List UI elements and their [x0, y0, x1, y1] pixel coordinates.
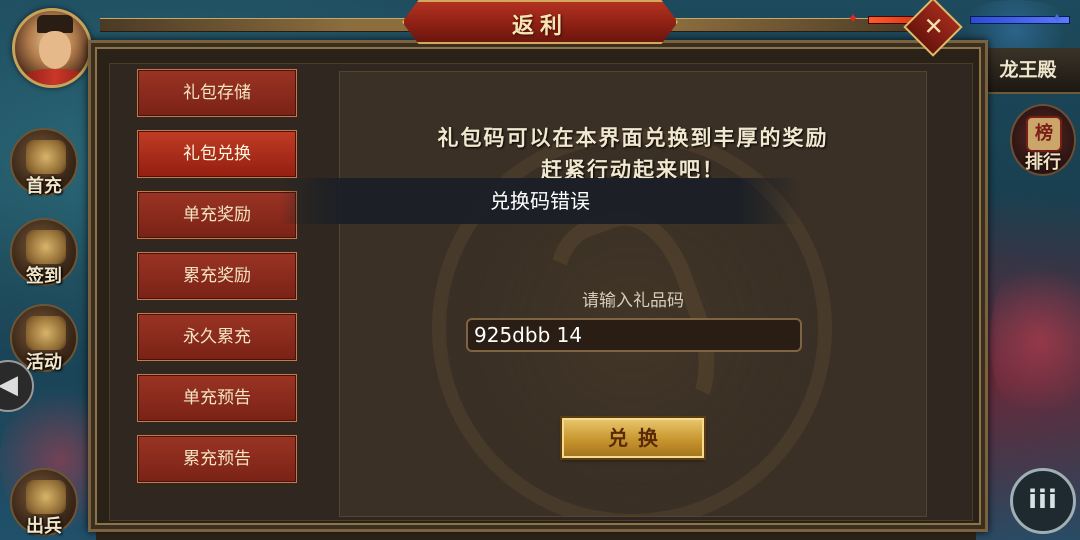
background-coral: [990, 250, 1080, 430]
player-avatar[interactable]: [12, 8, 92, 88]
error-toast: 兑换码错误: [280, 178, 800, 224]
avatar-face: [39, 31, 71, 69]
avatar-robe: [21, 69, 89, 85]
scroll-brush-icon: [26, 230, 66, 264]
side-button-sign-in[interactable]: 签到: [10, 218, 78, 287]
dialog-title-plate: 返利: [402, 0, 678, 44]
tab-gift-redeem[interactable]: 礼包兑换: [137, 130, 297, 178]
tab-cumulative-recharge-preview[interactable]: 累充预告: [137, 435, 297, 483]
gift-code-input[interactable]: 925dbb 14: [466, 318, 802, 352]
tab-permanent-cumulative[interactable]: 永久累充: [137, 313, 297, 361]
tab-single-recharge-reward[interactable]: 单充奖励: [137, 191, 297, 239]
close-icon: ✕: [923, 12, 944, 41]
code-input-label: 请输入礼品码: [582, 291, 684, 311]
headline-line-1: 礼包码可以在本界面兑换到丰厚的奖励: [437, 125, 829, 150]
side-button-deploy[interactable]: 出兵: [10, 468, 78, 537]
dialog-title: 返利: [511, 13, 568, 39]
redeem-button[interactable]: 兑换: [562, 418, 704, 458]
blue-faction-icon: ✦: [1051, 11, 1063, 27]
side-button-first-recharge[interactable]: 首充: [10, 128, 78, 197]
tab-cumulative-recharge-reward[interactable]: 累充奖励: [137, 252, 297, 300]
money-bag-icon: [26, 140, 66, 174]
leaderboard-icon: 榜: [1026, 116, 1062, 152]
side-button-label: 出兵: [26, 516, 62, 537]
treasure-chest-icon: [26, 316, 66, 350]
side-button-events[interactable]: 活动: [10, 304, 78, 373]
tab-single-recharge-preview[interactable]: 单充预告: [137, 374, 297, 422]
crossed-swords-icon: [26, 480, 66, 514]
side-button-label: 首充: [26, 176, 62, 197]
faction-bars: ✦ ✦: [840, 10, 1080, 34]
red-faction-icon: ✦: [847, 11, 859, 27]
tab-gift-storage[interactable]: 礼包存储: [137, 69, 297, 117]
rank-button[interactable]: 榜 排行: [1010, 104, 1076, 176]
more-menu-button[interactable]: iii: [1010, 468, 1076, 534]
redeem-content: 礼包码可以在本界面兑换到丰厚的奖励 赶紧行动起来吧！ 请输入礼品码 925dbb…: [339, 71, 927, 517]
location-tab[interactable]: 龙王殿: [976, 48, 1080, 94]
side-button-label: 签到: [26, 266, 62, 287]
rebate-dialog: 礼包存储 礼包兑换 单充奖励 累充奖励 永久累充 单充预告 累充预告 礼包码可以…: [88, 40, 988, 532]
rank-label: 排行: [1025, 152, 1061, 173]
redeem-headline: 礼包码可以在本界面兑换到丰厚的奖励 赶紧行动起来吧！: [340, 122, 926, 186]
